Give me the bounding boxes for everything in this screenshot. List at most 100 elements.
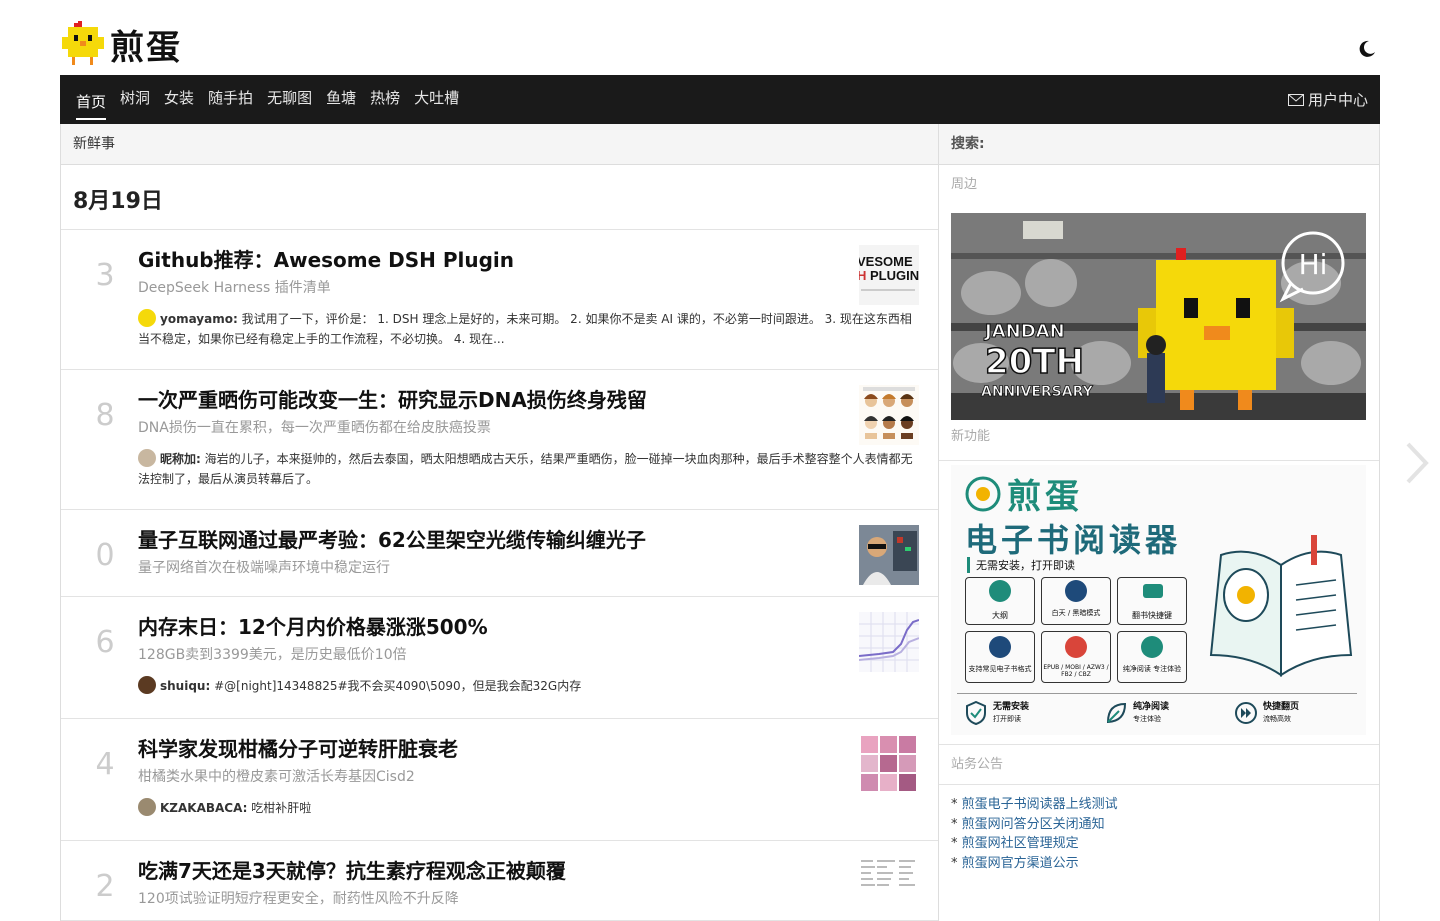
news-thumbnail[interactable] — [859, 856, 919, 916]
bottom-feature-main: 快捷翻页 — [1263, 702, 1300, 712]
news-item[interactable]: 8 一次严重晒伤可能改变一生：研究显示DNA损伤终身残留 DNA损伤一直在累积，… — [61, 370, 938, 510]
notice-item: * 煎蛋网社区管理规定 — [951, 836, 1079, 851]
site-header: 煎蛋 — [60, 0, 1380, 75]
egg-icon — [965, 476, 1001, 511]
open-book-icon — [1209, 535, 1353, 677]
news-subtitle: 柑橘类水果中的橙皮素可激活长寿基因Cisd2 — [138, 769, 415, 785]
sidebar: 搜索: 周边 Hi JANDAN 20TH ANNIVERSARY 新功能 煎蛋… — [939, 124, 1380, 921]
notice-link[interactable]: 煎蛋网社区管理规定 — [962, 836, 1079, 851]
avatar — [138, 676, 156, 694]
news-subtitle: 量子网络首次在极端噪声环境中稳定运行 — [138, 560, 390, 576]
notice-label: 站务公告 — [939, 745, 1379, 785]
news-item[interactable]: 6 内存末日：12个月内价格暴涨涨500% 128GB卖到3399美元，是历史最… — [61, 597, 938, 719]
comment-user[interactable]: 昵称加: — [160, 452, 201, 466]
shield-check-icon — [966, 701, 986, 725]
comment-count: 4 — [95, 747, 115, 782]
comment-text: 我试用了一下，评价是： 1. DSH 理念上是好的，未来可期。 2. 如果你不是… — [138, 312, 912, 346]
nearby-label: 周边 — [951, 177, 978, 192]
anniversary-banner[interactable]: Hi JANDAN 20TH ANNIVERSARY — [951, 213, 1366, 420]
user-center-link[interactable]: 用户中心 — [1287, 89, 1368, 110]
fast-forward-icon — [1235, 702, 1257, 724]
nav-item-rant[interactable]: 大吐槽 — [414, 75, 459, 124]
news-title[interactable]: 内存末日：12个月内价格暴涨涨500% — [138, 612, 922, 642]
news-item[interactable]: 2 吃满7天还是3天就停？抗生素疗程观念正被颠覆 120项试验证明短疗程更安全，… — [61, 841, 938, 921]
dark-mode-moon-icon[interactable] — [1358, 40, 1376, 58]
user-center-label: 用户中心 — [1307, 91, 1368, 109]
top-comment: KZAKABACA: 吃柑补肝啦 — [138, 798, 922, 818]
nav-item-girls[interactable]: 女装 — [164, 75, 194, 124]
news-subtitle: 120项试验证明短疗程更安全，耐药性风险不升反降 — [138, 891, 459, 907]
ereader-tagline: 无需安装，打开即读 — [967, 557, 1075, 573]
bottom-feature-main: 纯净阅读 — [1133, 702, 1170, 712]
new-feature-label: 新功能 — [951, 429, 991, 444]
comment-count: 2 — [95, 869, 115, 904]
news-thumbnail[interactable] — [859, 385, 919, 445]
comment-count: 8 — [95, 398, 115, 433]
bottom-feature-sub: 流畅高效 — [1263, 715, 1291, 723]
nearby-section: 周边 Hi JANDAN 20TH ANNIVERSARY — [939, 165, 1379, 461]
avatar — [138, 309, 156, 327]
notice-link[interactable]: 煎蛋电子书阅读器上线测试 — [962, 797, 1118, 812]
news-thumbnail[interactable] — [859, 612, 919, 672]
chick-logo-icon — [62, 20, 104, 65]
ereader-title: 电子书阅读器 — [965, 521, 1182, 559]
bottom-feature-sub: 打开即读 — [993, 715, 1021, 723]
top-comment: yomayamo: 我试用了一下，评价是： 1. DSH 理念上是好的，未来可期… — [138, 309, 922, 349]
leaf-icon — [1106, 702, 1127, 724]
comment-count: 6 — [95, 625, 115, 660]
news-item[interactable]: 4 科学家发现柑橘分子可逆转肝脏衰老 柑橘类水果中的橙皮素可激活长寿基因Cisd… — [61, 719, 938, 841]
news-thumbnail[interactable]: VESOME H PLUGIN — [859, 245, 919, 305]
news-item[interactable]: 0 量子互联网通过最严考验：62公里架空光缆传输纠缠光子 量子网络首次在极端噪声… — [61, 510, 938, 597]
news-title[interactable]: 吃满7天还是3天就停？抗生素疗程观念正被颠覆 — [138, 856, 922, 886]
news-title[interactable]: Github推荐：Awesome DSH Plugin — [138, 245, 922, 275]
news-item[interactable]: 3 Github推荐：Awesome DSH Plugin DeepSeek H… — [61, 230, 938, 370]
nav-item-hot[interactable]: 热榜 — [370, 75, 400, 124]
notice-item: * 煎蛋网官方渠道公示 — [951, 855, 1079, 871]
notice-item: * 煎蛋网问答分区关闭通知 — [951, 816, 1105, 832]
notice-list: * 煎蛋电子书阅读器上线测试 * 煎蛋网问答分区关闭通知 * 煎蛋网社区管理规定… — [939, 785, 1379, 883]
notice-link[interactable]: 煎蛋网官方渠道公示 — [962, 856, 1079, 871]
news-thumbnail[interactable] — [859, 734, 919, 794]
banner-bubble-text: Hi — [1299, 248, 1328, 281]
site-logo[interactable]: 煎蛋 — [60, 20, 182, 69]
nav-item-fishpond[interactable]: 鱼塘 — [326, 75, 356, 124]
nav-item-home[interactable]: 首页 — [76, 79, 107, 120]
news-subtitle: 128GB卖到3399美元，是历史最低价10倍 — [138, 647, 407, 663]
news-subtitle: DeepSeek Harness 插件清单 — [138, 280, 331, 296]
news-title[interactable]: 科学家发现柑橘分子可逆转肝脏衰老 — [138, 734, 922, 764]
next-page-chevron-icon[interactable] — [1404, 440, 1430, 486]
comment-user[interactable]: yomayamo: — [160, 312, 238, 326]
banner-line1: JANDAN — [983, 321, 1065, 342]
comment-count: 0 — [95, 538, 115, 573]
new-feature-wrapper: 新功能 煎蛋 电子书阅读器 无需安装，打开即读 大纲 白天 / 黑暗模式 翻书快… — [939, 421, 1379, 745]
avatar — [138, 798, 156, 816]
top-comment: shuiqu: #@[night]14348825#我不会买4090\5090，… — [138, 676, 922, 696]
nav-item-pics[interactable]: 无聊图 — [267, 75, 312, 124]
avatar — [138, 449, 156, 467]
comment-user[interactable]: KZAKABACA: — [160, 801, 247, 815]
notice-link[interactable]: 煎蛋网问答分区关闭通知 — [962, 817, 1105, 832]
banner-line3: ANNIVERSARY — [981, 384, 1094, 400]
top-comment: 昵称加: 海岩的儿子，本来挺帅的，然后去泰国，晒太阳想晒成古天乐，结果严重晒伤，… — [138, 449, 922, 489]
search-label[interactable]: 搜索: — [939, 124, 1379, 165]
comment-user[interactable]: shuiqu: — [160, 679, 210, 693]
mail-icon — [1287, 93, 1304, 106]
news-column: 新鲜事 8月19日 3 Github推荐：Awesome DSH Plugin … — [60, 124, 939, 921]
news-thumbnail[interactable] — [859, 525, 919, 585]
news-subtitle: DNA损伤一直在累积，每一次严重晒伤都在给皮肤癌投票 — [138, 420, 491, 436]
bottom-feature-sub: 专注体验 — [1133, 715, 1161, 723]
bottom-feature-main: 无需安装 — [993, 702, 1030, 712]
date-heading: 8月19日 — [61, 165, 938, 230]
news-title[interactable]: 量子互联网通过最严考验：62公里架空光缆传输纠缠光子 — [138, 525, 922, 555]
ereader-brand: 煎蛋 — [1007, 477, 1083, 517]
ereader-promo[interactable]: 煎蛋 电子书阅读器 无需安装，打开即读 大纲 白天 / 黑暗模式 翻书快捷键 支… — [951, 465, 1366, 735]
news-panel-title: 新鲜事 — [61, 124, 938, 165]
comment-count: 3 — [95, 258, 115, 293]
news-title[interactable]: 一次严重晒伤可能改变一生：研究显示DNA损伤终身残留 — [138, 385, 922, 415]
nav-item-treehole[interactable]: 树洞 — [120, 75, 150, 124]
comment-text: 吃柑补肝啦 — [251, 801, 312, 815]
nav-item-snapshots[interactable]: 随手拍 — [208, 75, 253, 124]
notice-item: * 煎蛋电子书阅读器上线测试 — [951, 797, 1118, 812]
comment-text: #@[night]14348825#我不会买4090\5090，但是我会配32G… — [214, 679, 582, 693]
banner-line2: 20TH — [985, 342, 1084, 382]
